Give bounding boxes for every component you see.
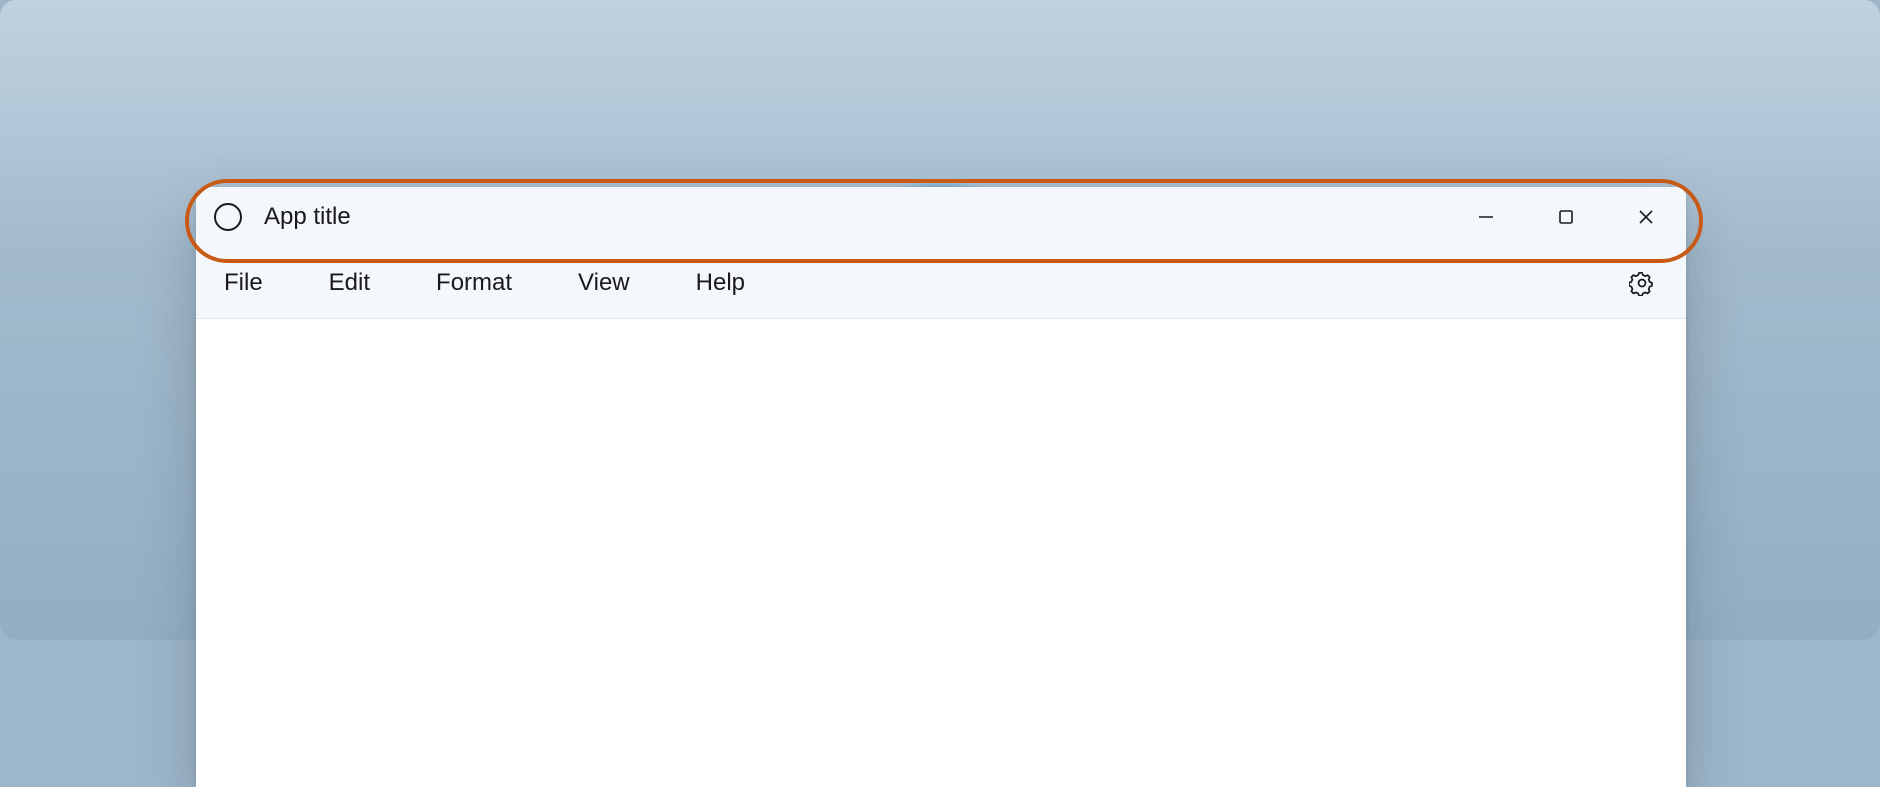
menu-edit[interactable]: Edit: [325, 261, 374, 305]
gear-icon: [1629, 270, 1655, 296]
close-button[interactable]: [1606, 187, 1686, 247]
minimize-button[interactable]: [1446, 187, 1526, 247]
menu-view[interactable]: View: [574, 261, 634, 305]
caption-controls: [1446, 187, 1686, 247]
maximize-button[interactable]: [1526, 187, 1606, 247]
minimize-icon: [1477, 208, 1495, 226]
titlebar[interactable]: App title: [196, 187, 1686, 247]
menu-file[interactable]: File: [220, 261, 267, 305]
circle-icon: [214, 203, 242, 231]
content-area: [196, 319, 1686, 787]
menu-help[interactable]: Help: [692, 261, 749, 305]
maximize-icon: [1557, 208, 1575, 226]
app-window: App title File Edit Format View Help: [196, 187, 1686, 787]
app-title: App title: [264, 203, 351, 231]
settings-button[interactable]: [1622, 263, 1662, 303]
menu-format[interactable]: Format: [432, 261, 516, 305]
close-icon: [1637, 208, 1655, 226]
menubar: File Edit Format View Help: [196, 247, 1686, 319]
